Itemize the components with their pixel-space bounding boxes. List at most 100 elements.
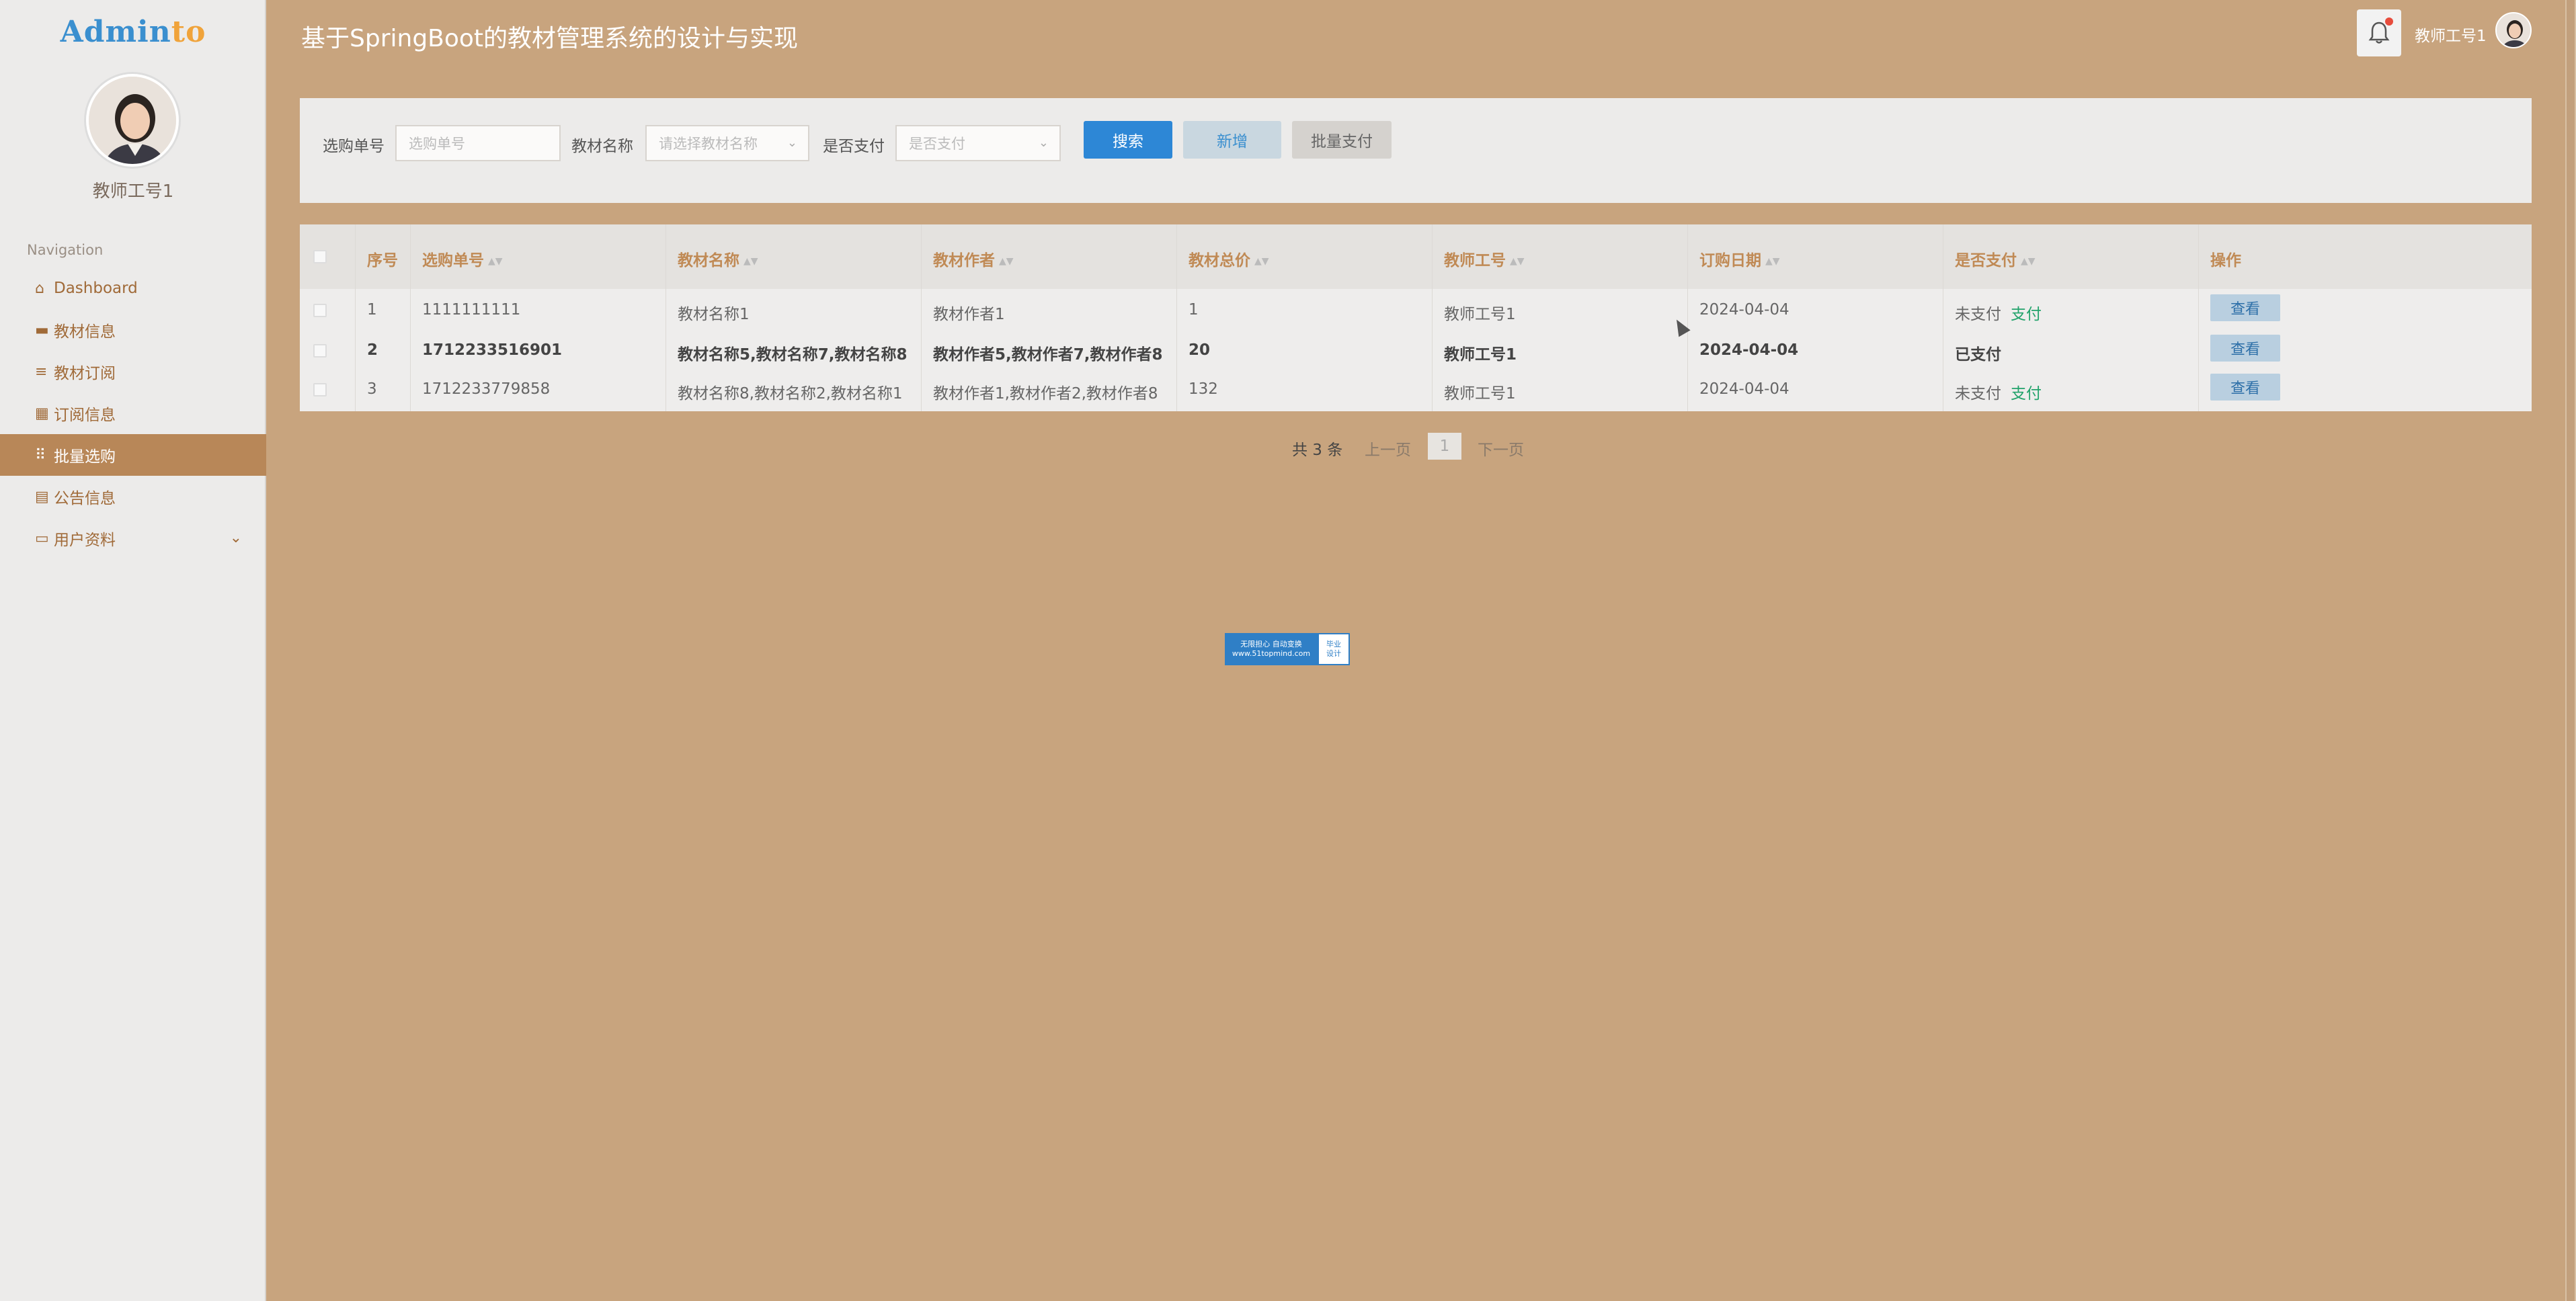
cell-textbook-name: 教材名称8,教材名称2,教材名称1 [678,385,903,403]
cell-textbook-name: 教材名称5,教材名称7,教材名称8 [678,346,908,364]
user-avatar[interactable] [86,74,179,167]
th-total-price[interactable]: 教材总价 ▲▼ [1189,247,1269,270]
sort-icon: ▲▼ [2021,255,2036,267]
cell-author: 教材作者1,教材作者2,教材作者8 [933,385,1158,403]
row-checkbox[interactable] [313,383,327,396]
sidebar-item-label: 教材信息 [54,323,116,341]
pay-link[interactable]: 支付 [2011,306,2042,323]
home-icon: ⌂ [35,280,44,297]
order-no-input[interactable]: 选购单号 [395,125,561,161]
prev-page-button[interactable]: 上一页 [1365,437,1411,460]
sidebar-item-textbook-info[interactable]: ▬ 教材信息 [0,309,266,351]
cell-no: 2 [367,341,378,359]
grid-icon: ▦ [35,405,49,422]
table-row[interactable]: 2 1712233516901 教材名称5,教材名称7,教材名称8 教材作者5,… [300,331,2532,371]
cell-total-price: 20 [1189,341,1211,359]
cell-order-no: 1712233516901 [422,341,563,359]
view-button[interactable]: 查看 [2210,335,2280,362]
cell-order-no: 1712233779858 [422,380,551,398]
data-table: 序号 选购单号 ▲▼ 教材名称 ▲▼ 教材作者 ▲▼ 教材总价 ▲▼ 教师工号 ▲▼ 订购… [300,224,2532,411]
th-order-no[interactable]: 选购单号 ▲▼ [422,247,503,270]
sidebar-item-subscription-info[interactable]: ▦ 订阅信息 [0,392,266,434]
cell-order-date: 2024-04-04 [1699,380,1789,398]
sort-icon: ▲▼ [999,255,1014,267]
row-checkbox[interactable] [313,344,327,358]
textbook-name-label: 教材名称 [571,138,633,155]
th-paid[interactable]: 是否支付 ▲▼ [1955,247,2036,270]
th-no: 序号 [367,252,398,269]
watermark: 无限担心 自动变换 www.51topmind.com 毕业 设计 [1225,633,1350,665]
chevron-down-icon: ⌄ [1038,136,1049,150]
table-row[interactable]: 1 1111111111 教材名称1 教材作者1 1 教师工号1 2024-04… [300,290,2532,331]
sidebar-item-user-profile[interactable]: ▭ 用户资料 ⌄ [0,517,266,559]
order-no-label: 选购单号 [323,138,385,155]
sidebar-item-textbook-subscribe[interactable]: ≡ 教材订阅 [0,351,266,392]
header-avatar[interactable] [2495,12,2532,48]
page-title: 基于SpringBoot的教材管理系统的设计与实现 [301,25,799,52]
th-textbook-name[interactable]: 教材名称 ▲▼ [678,247,758,270]
cell-order-date: 2024-04-04 [1699,301,1789,319]
textbook-name-select[interactable]: 请选择教材名称 ⌄ [645,125,809,161]
app-logo[interactable]: Adminto [0,15,266,49]
sidebar: Adminto 教师工号1 Navigation ⌂ Dashboard ▬ 教… [0,0,266,1301]
list-icon: ≡ [35,363,48,380]
next-page-button[interactable]: 下一页 [1478,437,1524,460]
sidebar-item-label: 教材订阅 [54,365,116,382]
th-actions: 操作 [2210,252,2241,269]
select-all-checkbox[interactable] [313,250,327,263]
cell-teacher-id: 教师工号1 [1444,385,1516,403]
row-checkbox[interactable] [313,304,327,317]
page-number-1[interactable]: 1 [1428,433,1461,460]
paid-label: 是否支付 [823,138,885,155]
cell-no: 1 [367,301,377,319]
sidebar-nav: ⌂ Dashboard ▬ 教材信息 ≡ 教材订阅 ▦ 订阅信息 ⠿ 批量选购 … [0,267,266,559]
cell-paid: 未支付 支付 [1955,306,2042,323]
sidebar-item-label: 订阅信息 [54,407,116,424]
cell-teacher-id: 教师工号1 [1444,346,1517,364]
th-order-date[interactable]: 订购日期 ▲▼ [1699,247,1780,270]
sidebar-item-dashboard[interactable]: ⌂ Dashboard [0,267,266,309]
header-user-name[interactable]: 教师工号1 [2415,23,2487,46]
chevron-down-icon: ⌄ [229,530,242,546]
batch-pay-button[interactable]: 批量支付 [1292,121,1392,159]
paid-select[interactable]: 是否支付 ⌄ [895,125,1061,161]
cell-teacher-id: 教师工号1 [1444,306,1516,323]
table-header: 序号 选购单号 ▲▼ 教材名称 ▲▼ 教材作者 ▲▼ 教材总价 ▲▼ 教师工号 ▲▼ 订购… [300,224,2532,289]
sort-icon: ▲▼ [488,255,503,267]
sidebar-item-label: Dashboard [54,280,138,297]
sort-icon: ▲▼ [1765,255,1780,267]
pagination-total: 共 3 条 [1292,442,1343,459]
nav-title: Navigation [27,242,104,258]
book-icon: ▬ [35,321,49,339]
cell-textbook-name: 教材名称1 [678,306,750,323]
sidebar-item-label: 批量选购 [54,448,116,466]
view-button[interactable]: 查看 [2210,374,2280,401]
pay-link[interactable]: 支付 [2011,385,2042,403]
search-button[interactable]: 搜索 [1084,121,1172,159]
th-author[interactable]: 教材作者 ▲▼ [933,247,1014,270]
sidebar-item-batch-purchase[interactable]: ⠿ 批量选购 [0,434,266,476]
sidebar-item-announcements[interactable]: ▤ 公告信息 [0,476,266,517]
sidebar-user-name: 教师工号1 [92,181,174,202]
table-row[interactable]: 3 1712233779858 教材名称8,教材名称2,教材名称1 教材作者1,… [300,370,2532,410]
sidebar-item-label: 公告信息 [54,490,116,507]
cell-author: 教材作者1 [933,306,1005,323]
cell-no: 3 [367,380,377,398]
th-teacher-id[interactable]: 教师工号 ▲▼ [1444,247,1525,270]
view-button[interactable]: 查看 [2210,294,2280,321]
notification-dot [2385,17,2393,26]
cell-order-date: 2024-04-04 [1699,341,1799,359]
cell-paid: 已支付 [1955,346,2001,364]
card-icon: ▭ [35,530,49,547]
sort-icon: ▲▼ [743,255,758,267]
sidebar-item-label: 用户资料 [54,532,116,549]
notification-button[interactable] [2357,9,2401,56]
cell-paid: 未支付 支付 [1955,385,2042,403]
apps-icon: ⠿ [35,446,46,464]
cell-total-price: 132 [1189,380,1218,398]
add-button[interactable]: 新增 [1183,121,1281,159]
cell-author: 教材作者5,教材作者7,教材作者8 [933,346,1163,364]
cell-total-price: 1 [1189,301,1199,319]
sort-icon: ▲▼ [1510,255,1525,267]
page-scrollbar[interactable] [2565,0,2576,1301]
